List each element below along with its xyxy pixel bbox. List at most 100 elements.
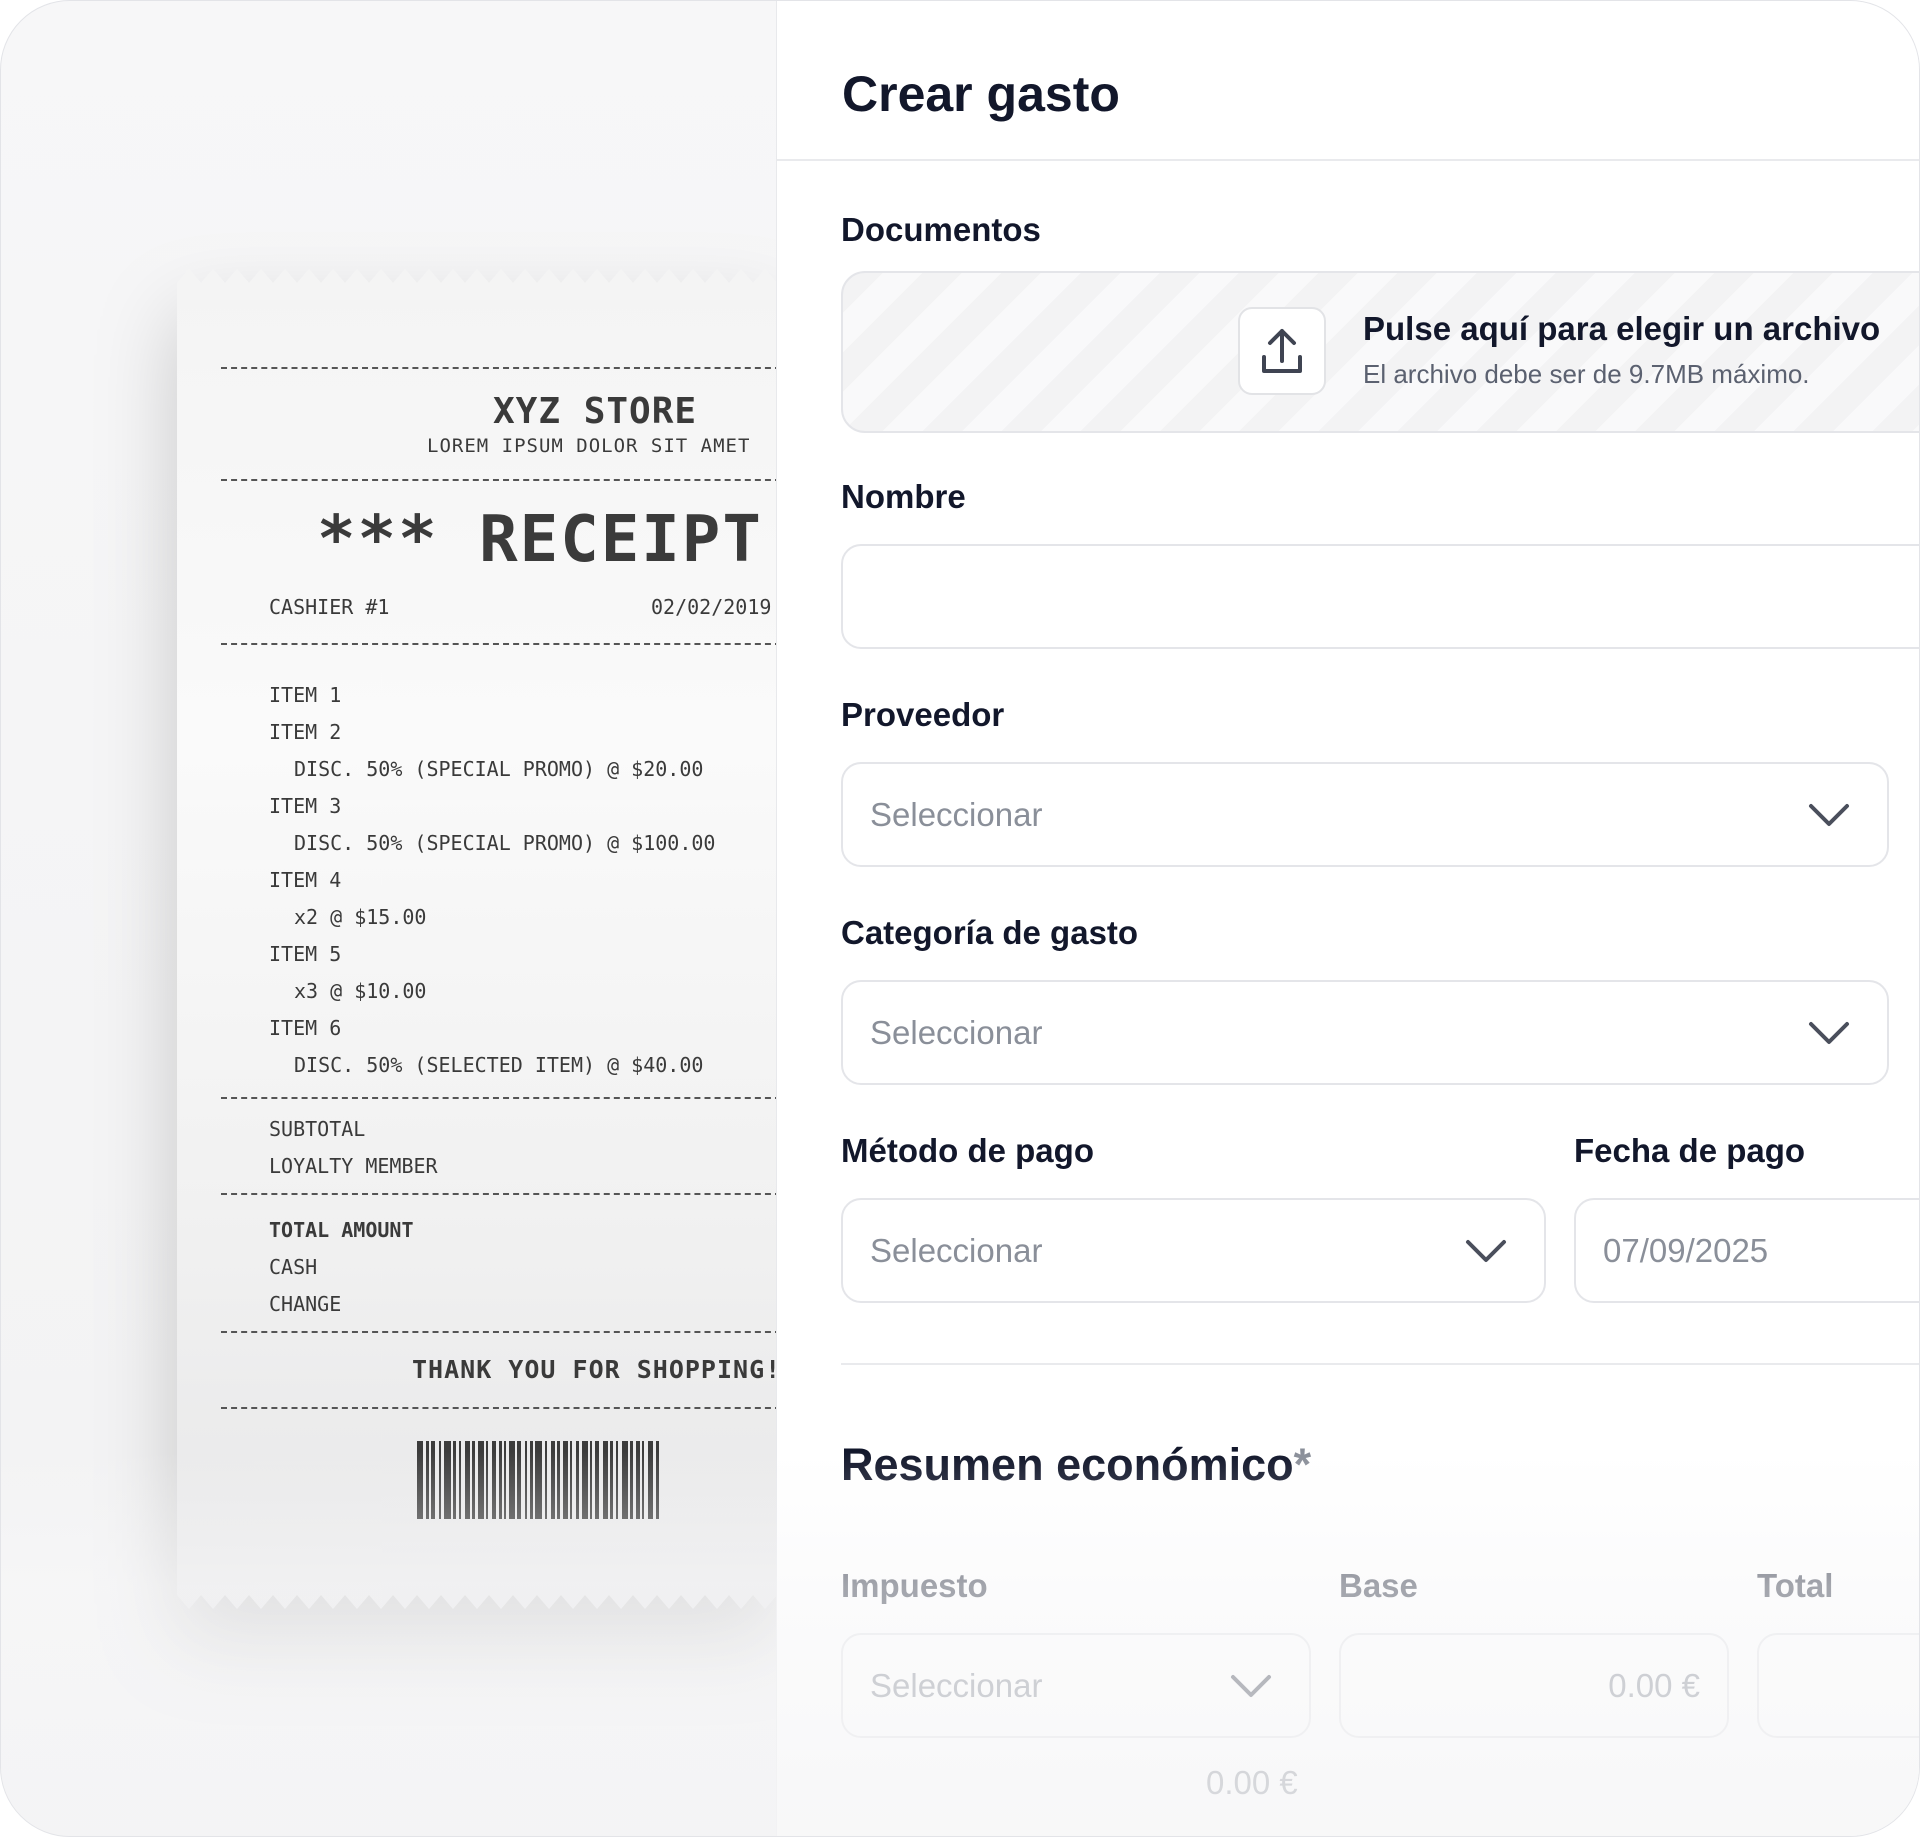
receipt-cashier: CASHIER #1 [269, 595, 390, 619]
file-dropzone[interactable] [841, 271, 1919, 433]
barcode-bar [648, 1441, 653, 1519]
chevron-down-icon [1466, 1239, 1506, 1262]
barcode-bar [478, 1441, 484, 1519]
barcode-bar [616, 1441, 618, 1519]
receipt-line: ITEM 5 [269, 942, 342, 966]
upload-title[interactable]: Pulse aquí para elegir un archivo [1363, 310, 1880, 348]
barcode-bar [545, 1441, 547, 1519]
upload-icon [1262, 329, 1302, 373]
receipt-thanks: THANK YOU FOR SHOPPING! [412, 1355, 782, 1384]
panel-header: Crear gasto [777, 1, 1919, 161]
receipt-line: ITEM 1 [269, 683, 342, 707]
payment-method-label: Método de pago [841, 1132, 1094, 1169]
barcode-bar [603, 1441, 608, 1519]
documents-label: Documentos [841, 211, 1041, 248]
receipt-title: *** RECEIPT * [317, 503, 844, 577]
barcode-bar [486, 1441, 488, 1519]
barcode-bar [499, 1441, 502, 1519]
receipt-store-name: XYZ STORE [493, 391, 698, 432]
barcode-bar [444, 1441, 451, 1519]
payment-date-value: 07/09/2025 [1603, 1231, 1769, 1269]
barcode-bar [535, 1441, 542, 1519]
barcode-bar [465, 1441, 470, 1519]
receipt-divider [221, 1097, 781, 1099]
payment-date-input[interactable]: 07/09/2025 [1574, 1198, 1919, 1303]
barcode-bar [570, 1441, 572, 1519]
barcode-bar [431, 1441, 435, 1519]
chevron-down-icon [1809, 803, 1849, 826]
receipt-change-label: CHANGE [269, 1292, 342, 1316]
receipt-divider [221, 1193, 781, 1195]
category-select[interactable]: Seleccionar [841, 980, 1889, 1085]
receipt-divider [221, 1331, 781, 1333]
required-mark: * [1293, 1439, 1312, 1490]
receipt-subtotal-label: SUBTOTAL [269, 1117, 366, 1141]
chevron-down-icon [1231, 1674, 1271, 1697]
barcode-bar [492, 1441, 496, 1519]
barcode-bar [417, 1441, 423, 1519]
tax-select[interactable]: Seleccionar [841, 1633, 1311, 1738]
supplier-label: Proveedor [841, 696, 1005, 733]
barcode-bar [563, 1441, 568, 1519]
barcode-bar [595, 1441, 599, 1519]
barcode-bar [504, 1441, 506, 1519]
barcode-bar [656, 1441, 659, 1519]
receipt-line: x2 @ $15.00 [294, 905, 427, 929]
receipt-date: 02/02/2019 [651, 595, 772, 619]
barcode-bar [525, 1441, 527, 1519]
summary-title-text: Resumen económico [841, 1439, 1294, 1490]
barcode-bar [459, 1441, 461, 1519]
barcode-bar [439, 1441, 441, 1519]
payment-method-select[interactable]: Seleccionar [841, 1198, 1546, 1303]
barcode-bar [472, 1441, 475, 1519]
base-input[interactable]: 0.00 € [1339, 1633, 1729, 1738]
payment-method-value: Seleccionar [870, 1231, 1043, 1269]
app-frame: XYZ STORE LOREM IPSUM DOLOR SIT AMET ***… [0, 0, 1920, 1837]
upload-button[interactable] [1238, 307, 1326, 395]
supplier-select-value: Seleccionar [870, 795, 1043, 833]
receipt-image: XYZ STORE LOREM IPSUM DOLOR SIT AMET ***… [177, 269, 777, 1609]
receipt-paper: XYZ STORE LOREM IPSUM DOLOR SIT AMET ***… [177, 269, 777, 1609]
receipt-line: ITEM 6 [269, 1016, 342, 1040]
receipt-divider [221, 367, 781, 369]
barcode [417, 1441, 661, 1519]
barcode-bar [509, 1441, 515, 1519]
receipt-line: ITEM 3 [269, 794, 342, 818]
barcode-bar [610, 1441, 613, 1519]
barcode-bar [530, 1441, 533, 1519]
supplier-select[interactable]: Seleccionar [841, 762, 1889, 867]
payment-date-label: Fecha de pago [1574, 1132, 1806, 1169]
receipt-line: DISC. 50% (SPECIAL PROMO) @ $20.00 [294, 757, 704, 781]
barcode-bar [630, 1441, 633, 1519]
barcode-bar [557, 1441, 560, 1519]
receipt-divider [221, 643, 781, 645]
summary-title: Resumen económico* [841, 1439, 1311, 1491]
receipt-line: DISC. 50% (SPECIAL PROMO) @ $100.00 [294, 831, 716, 855]
receipt-line: DISC. 50% (SELECTED ITEM) @ $40.00 [294, 1053, 704, 1077]
barcode-bar [582, 1441, 588, 1519]
name-input[interactable] [841, 544, 1919, 649]
receipt-line: x3 @ $10.00 [294, 979, 427, 1003]
barcode-bar [642, 1441, 644, 1519]
receipt-cash-label: CASH [269, 1255, 318, 1279]
tax-label: Impuesto [841, 1567, 988, 1604]
base-input-value: 0.00 € [1608, 1666, 1700, 1704]
page-title: Crear gasto [842, 66, 1120, 122]
barcode-bar [551, 1441, 555, 1519]
barcode-bar [453, 1441, 456, 1519]
tax-select-value: Seleccionar [870, 1666, 1043, 1704]
section-divider [841, 1363, 1919, 1365]
receipt-line: ITEM 2 [269, 720, 342, 744]
total-value: 0.00 € [1206, 1764, 1298, 1801]
total-label: Total [1757, 1567, 1834, 1604]
name-label: Nombre [841, 478, 966, 515]
receipt-total-label: TOTAL AMOUNT [269, 1218, 414, 1242]
barcode-bar [576, 1441, 579, 1519]
barcode-bar [517, 1441, 521, 1519]
total-input[interactable] [1757, 1633, 1919, 1738]
receipt-store-tagline: LOREM IPSUM DOLOR SIT AMET [427, 435, 751, 457]
barcode-bar [622, 1441, 628, 1519]
barcode-bar [590, 1441, 592, 1519]
barcode-bar [426, 1441, 429, 1519]
receipt-loyalty-label: LOYALTY MEMBER [269, 1154, 438, 1178]
